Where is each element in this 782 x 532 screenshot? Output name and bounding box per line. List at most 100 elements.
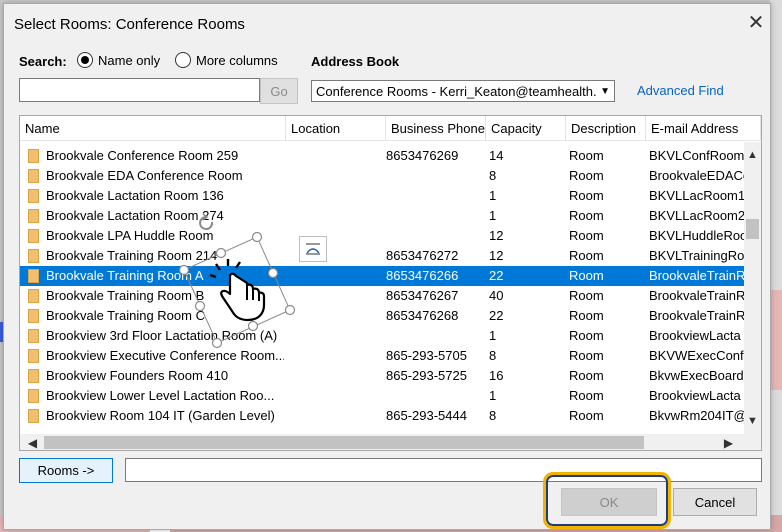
table-row-selected[interactable]: Brookvale Training Room A 8653476266 22 Roo… [20, 266, 744, 286]
scroll-right-icon[interactable]: ▶ [720, 434, 737, 450]
scroll-left-icon[interactable]: ◀ [24, 434, 41, 450]
table-row[interactable]: Brookvale Training Room B 8653476267 40 Roo… [20, 286, 744, 306]
chevron-down-icon: ▼ [600, 85, 610, 97]
cell-email: BrookvaleEDACo [649, 168, 744, 183]
table-row[interactable]: Brookvale LPA Huddle Room 12 Room BKVLHuddl… [20, 226, 744, 246]
cell-capacity: 8 [489, 348, 497, 363]
cell-capacity: 22 [489, 268, 504, 283]
cell-name: Brookview 3rd Floor Lactation Room (A) [46, 328, 278, 343]
more-columns-label: More columns [196, 52, 278, 68]
table-row[interactable]: Brookvale Conference Room 259 8653476269 1… [20, 146, 744, 166]
cell-phone: 8653476266 [386, 268, 459, 283]
table-row[interactable]: Brookvale EDA Conference Room 8 Room Brookv… [20, 166, 744, 186]
cell-phone [386, 186, 486, 206]
rooms-list: Name Location Business Phone Capacity De… [19, 115, 762, 451]
cell-email: BKVLHuddleRoo [649, 228, 744, 243]
cell-location [291, 306, 386, 326]
cell-location [291, 386, 386, 406]
room-icon [28, 149, 39, 163]
table-row[interactable]: Brookview 3rd Floor Lactation Room (A) 1 R… [20, 326, 744, 346]
background-calendar-block [770, 290, 782, 390]
mini-toolbar-icon[interactable] [299, 236, 327, 262]
room-icon [28, 289, 39, 303]
horizontal-scrollbar[interactable]: ◀ ▶ [20, 434, 761, 450]
cell-location [291, 406, 386, 426]
cell-email: BrookviewLacta [649, 328, 741, 343]
cell-email: BkvwRm204IT@ [649, 408, 744, 423]
close-icon[interactable]: ✕ [744, 10, 768, 34]
name-only-label: Name only [98, 52, 161, 68]
cell-email: BrookvaleTrainR [649, 288, 744, 303]
cell-phone [386, 386, 486, 406]
cell-description: Room [569, 408, 604, 423]
wrap-text-icon [306, 243, 320, 255]
table-row[interactable]: Brookvale Training Room 214 8653476272 12 R… [20, 246, 744, 266]
cell-name: Brookview Room 104 IT (Garden Level) [46, 408, 275, 423]
room-icon [28, 189, 39, 203]
cell-email: BKVWExecConfR [649, 348, 744, 363]
cell-description: Room [569, 308, 604, 323]
cell-phone: 8653476272 [386, 248, 459, 263]
cell-description: Room [569, 328, 604, 343]
cell-name: Brookvale Training Room B [46, 288, 205, 303]
cell-description: Room [569, 248, 604, 263]
cell-name: Brookvale Lactation Room 136 [46, 188, 224, 203]
cell-location [291, 206, 386, 226]
go-button[interactable]: Go [260, 78, 298, 104]
cell-location [291, 326, 386, 346]
cell-name: Brookview Lower Level Lactation Roo... [46, 388, 275, 403]
room-icon [28, 369, 39, 383]
column-header-description[interactable]: Description [566, 116, 646, 141]
column-header-name[interactable]: Name [20, 116, 286, 141]
cancel-button[interactable]: Cancel [673, 488, 757, 516]
cell-description: Room [569, 348, 604, 363]
select-rooms-dialog: Select Rooms: Conference Rooms ✕ Search:… [3, 3, 771, 530]
address-book-select[interactable]: Conference Rooms - Kerri_Keaton@teamheal… [311, 80, 615, 102]
table-row[interactable]: Brookview Room 104 IT (Garden Level) 865-… [20, 406, 744, 426]
table-row[interactable]: Brookview Lower Level Lactation Roo... 1 R… [20, 386, 744, 406]
search-label: Search: [19, 54, 67, 69]
cell-phone: 8653476269 [386, 148, 459, 163]
search-input[interactable] [19, 78, 260, 102]
advanced-find-link[interactable]: Advanced Find [637, 83, 724, 98]
cell-capacity: 1 [489, 208, 497, 223]
table-row[interactable]: Brookvale Lactation Room 274 1 Room BKVLLac… [20, 206, 744, 226]
background-window-edge [770, 0, 782, 532]
table-row[interactable]: Brookview Executive Conference Room... 86… [20, 346, 744, 366]
column-header-location[interactable]: Location [286, 116, 386, 141]
cell-phone: 8653476268 [386, 308, 459, 323]
table-row[interactable]: Brookvale Lactation Room 136 1 Room BKVLLac… [20, 186, 744, 206]
cell-phone [386, 326, 486, 346]
name-only-radio[interactable]: Name only [77, 52, 160, 68]
room-icon [28, 169, 39, 183]
scroll-down-icon[interactable]: ▼ [744, 412, 761, 429]
cell-location [291, 266, 386, 286]
table-row[interactable]: Brookview Founders Room 410 865-293-5725 1… [20, 366, 744, 386]
cell-description: Room [569, 228, 604, 243]
column-header-business-phone[interactable]: Business Phone [386, 116, 486, 141]
column-header-email[interactable]: E-mail Address [646, 116, 761, 141]
address-book-selected: Conference Rooms - Kerri_Keaton@teamheal… [316, 83, 597, 99]
room-icon [28, 229, 39, 243]
cell-phone: 865-293-5705 [386, 348, 467, 363]
scroll-thumb[interactable] [746, 219, 759, 239]
scroll-thumb-horizontal[interactable] [44, 436, 644, 449]
column-header-capacity[interactable]: Capacity [486, 116, 566, 141]
scroll-up-icon[interactable]: ▲ [744, 146, 761, 163]
cell-email: BKVLTrainingRo [649, 248, 744, 263]
more-columns-radio[interactable]: More columns [175, 52, 278, 68]
cell-email: BKVLLacRoom1 [649, 188, 744, 203]
cell-phone: 8653476267 [386, 288, 459, 303]
ok-button[interactable]: OK [561, 488, 657, 516]
cell-phone: 865-293-5725 [386, 368, 467, 383]
cell-capacity: 16 [489, 368, 504, 383]
cell-name: Brookview Executive Conference Room... [46, 348, 284, 363]
table-row[interactable]: Brookvale Training Room C 8653476268 22 Roo… [20, 306, 744, 326]
rooms-button[interactable]: Rooms -> [19, 458, 113, 483]
cell-capacity: 1 [489, 388, 497, 403]
room-icon [28, 249, 39, 263]
cell-description: Room [569, 288, 604, 303]
vertical-scrollbar[interactable]: ▲ ▼ [744, 142, 761, 434]
cell-capacity: 22 [489, 308, 504, 323]
cell-capacity: 8 [489, 168, 497, 183]
